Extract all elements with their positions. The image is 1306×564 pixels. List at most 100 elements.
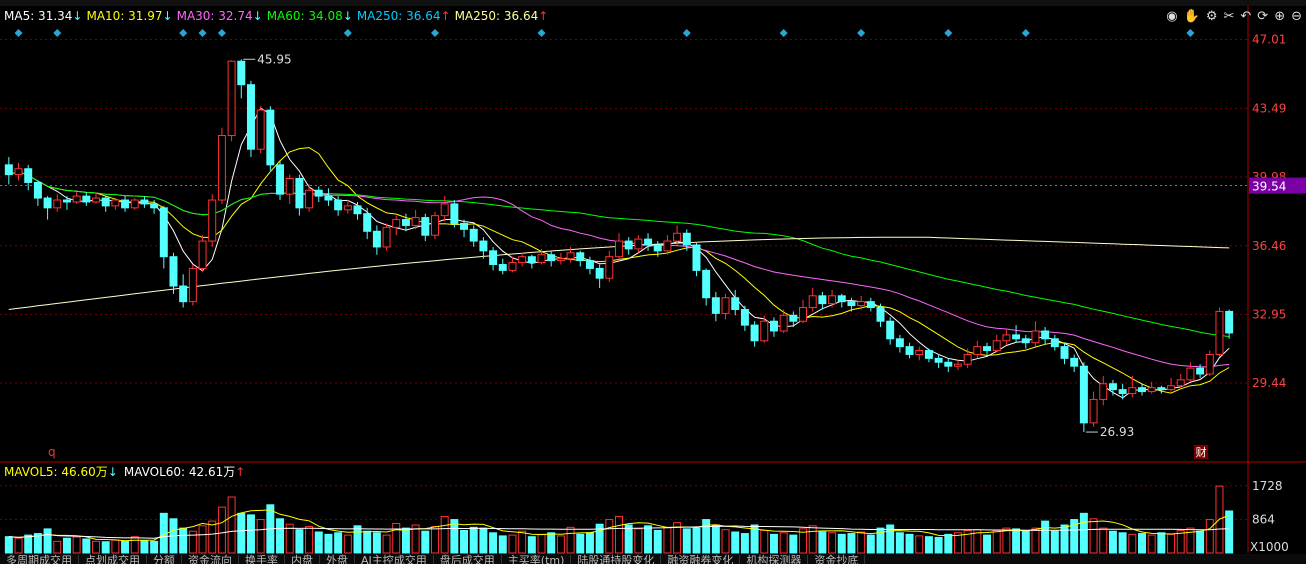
volume-bar: [401, 527, 410, 554]
volume-legend: MAVOL5: 46.60万↓ MAVOL60: 42.61万↑: [4, 463, 251, 480]
gear-icon[interactable]: ⚙: [1206, 9, 1218, 24]
indicator-tab[interactable]: 融资融券变化: [661, 555, 741, 564]
legend-trend-arrow: ↑: [538, 9, 549, 23]
candle-body: [1050, 338, 1059, 348]
candle-body: [382, 226, 391, 248]
candle-body: [411, 217, 420, 226]
candle-body: [363, 213, 372, 232]
hand-icon[interactable]: ✋: [1184, 9, 1200, 24]
volume-bar: [198, 525, 207, 554]
volume-bar: [702, 519, 711, 554]
price-tick-label: 47.01: [1252, 33, 1286, 47]
volume-bar: [682, 528, 691, 554]
volume-bar: [62, 537, 71, 554]
indicator-tab[interactable]: 内盘: [285, 555, 320, 564]
indicator-tab[interactable]: 换手率: [239, 555, 285, 564]
high-price-label: 45.95: [257, 52, 291, 66]
volume-bar: [421, 530, 430, 554]
candle-body: [818, 295, 827, 305]
volume-bar: [634, 528, 643, 554]
candle-body: [721, 297, 730, 314]
candle-body: [576, 252, 585, 262]
candle-body: [159, 207, 168, 258]
candle-body: [1147, 387, 1156, 393]
zoom-in-icon[interactable]: ⊕: [1274, 9, 1285, 24]
legend-ma-item: MA250: 36.64: [454, 9, 539, 23]
candle-body: [33, 181, 42, 199]
candle-body: [285, 178, 294, 195]
scissors-icon[interactable]: ✂: [1223, 9, 1234, 24]
volume-bar: [489, 532, 498, 554]
event-marker-icon: [198, 29, 207, 37]
indicator-tab[interactable]: 分额: [147, 555, 182, 564]
indicator-tab[interactable]: 外盘: [320, 555, 355, 564]
volume-bar: [1157, 532, 1166, 554]
indicator-tab[interactable]: 点划成交用: [79, 555, 147, 564]
indicator-tab[interactable]: 盘后成交用: [434, 555, 502, 564]
volume-bar: [653, 529, 662, 554]
volume-bar: [895, 532, 904, 554]
candle-body: [857, 301, 866, 307]
candle-body: [101, 197, 110, 207]
volume-bar: [1002, 527, 1011, 554]
candle-body: [1196, 367, 1205, 375]
volume-bar: [469, 526, 478, 554]
candle-body: [208, 199, 217, 242]
volume-bar: [721, 529, 730, 554]
eye-icon[interactable]: ◉: [1166, 9, 1177, 24]
volume-bar: [1128, 533, 1137, 554]
candle-body: [1099, 383, 1108, 400]
volume-bar: [1108, 530, 1117, 554]
candle-body: [392, 219, 401, 228]
candle-body: [663, 240, 672, 252]
volume-bar: [818, 531, 827, 554]
indicator-tab[interactable]: 主买率(tm): [502, 555, 572, 564]
candle-body: [479, 240, 488, 252]
legend-trend-arrow: ↑: [235, 465, 246, 479]
volume-bar: [246, 514, 255, 554]
candle-body: [188, 267, 197, 303]
candle-body: [140, 199, 149, 205]
volume-bar: [924, 536, 933, 554]
indicator-tab[interactable]: 资金流向: [182, 555, 239, 564]
indicator-tab[interactable]: 资金抄底: [808, 555, 866, 564]
indicator-tab[interactable]: 机构探测器: [740, 555, 809, 564]
volume-bar: [363, 530, 372, 554]
candle-body: [314, 189, 323, 197]
volume-bar: [663, 526, 672, 554]
candle-body: [421, 217, 430, 236]
indicator-tab[interactable]: 陆股通持股变化: [571, 555, 662, 564]
volume-bar: [53, 540, 62, 554]
legend-trend-arrow: ↓: [107, 465, 118, 479]
volume-bar: [983, 534, 992, 554]
volume-bar: [808, 525, 817, 554]
volume-bar: [1196, 530, 1205, 554]
candle-body: [82, 195, 91, 203]
indicator-tab[interactable]: AI主控成交用: [355, 555, 434, 564]
event-marker-icon: [14, 29, 23, 37]
candle-body: [1128, 387, 1137, 395]
volume-bar: [305, 526, 314, 554]
zoom-out-icon[interactable]: ⊖: [1291, 9, 1302, 24]
volume-bar: [692, 527, 701, 554]
indicator-tab[interactable]: 多周期成交用: [0, 555, 79, 564]
volume-bar: [130, 536, 139, 554]
candle-body: [440, 203, 449, 217]
legend-trend-arrow: ↑: [440, 9, 451, 23]
volume-bar: [1060, 524, 1069, 554]
refresh-icon[interactable]: ⟳: [1257, 9, 1268, 24]
volume-bar: [1138, 533, 1146, 554]
legend-ma-item: MA5: 31.34: [4, 9, 73, 23]
volume-legend-item: MAVOL60: 42.61万: [123, 465, 236, 479]
candle-body: [121, 199, 130, 209]
legend-trend-arrow: ↓: [252, 9, 263, 23]
event-marker-icon: [857, 29, 866, 37]
undo-icon[interactable]: ↶: [1240, 9, 1251, 24]
volume-bar: [740, 533, 749, 554]
candle-body: [760, 320, 769, 342]
candle-body: [111, 199, 120, 207]
volume-bar: [1031, 527, 1040, 554]
volume-bar: [24, 534, 33, 554]
candle-body: [924, 350, 933, 359]
volume-bar: [1167, 533, 1176, 554]
